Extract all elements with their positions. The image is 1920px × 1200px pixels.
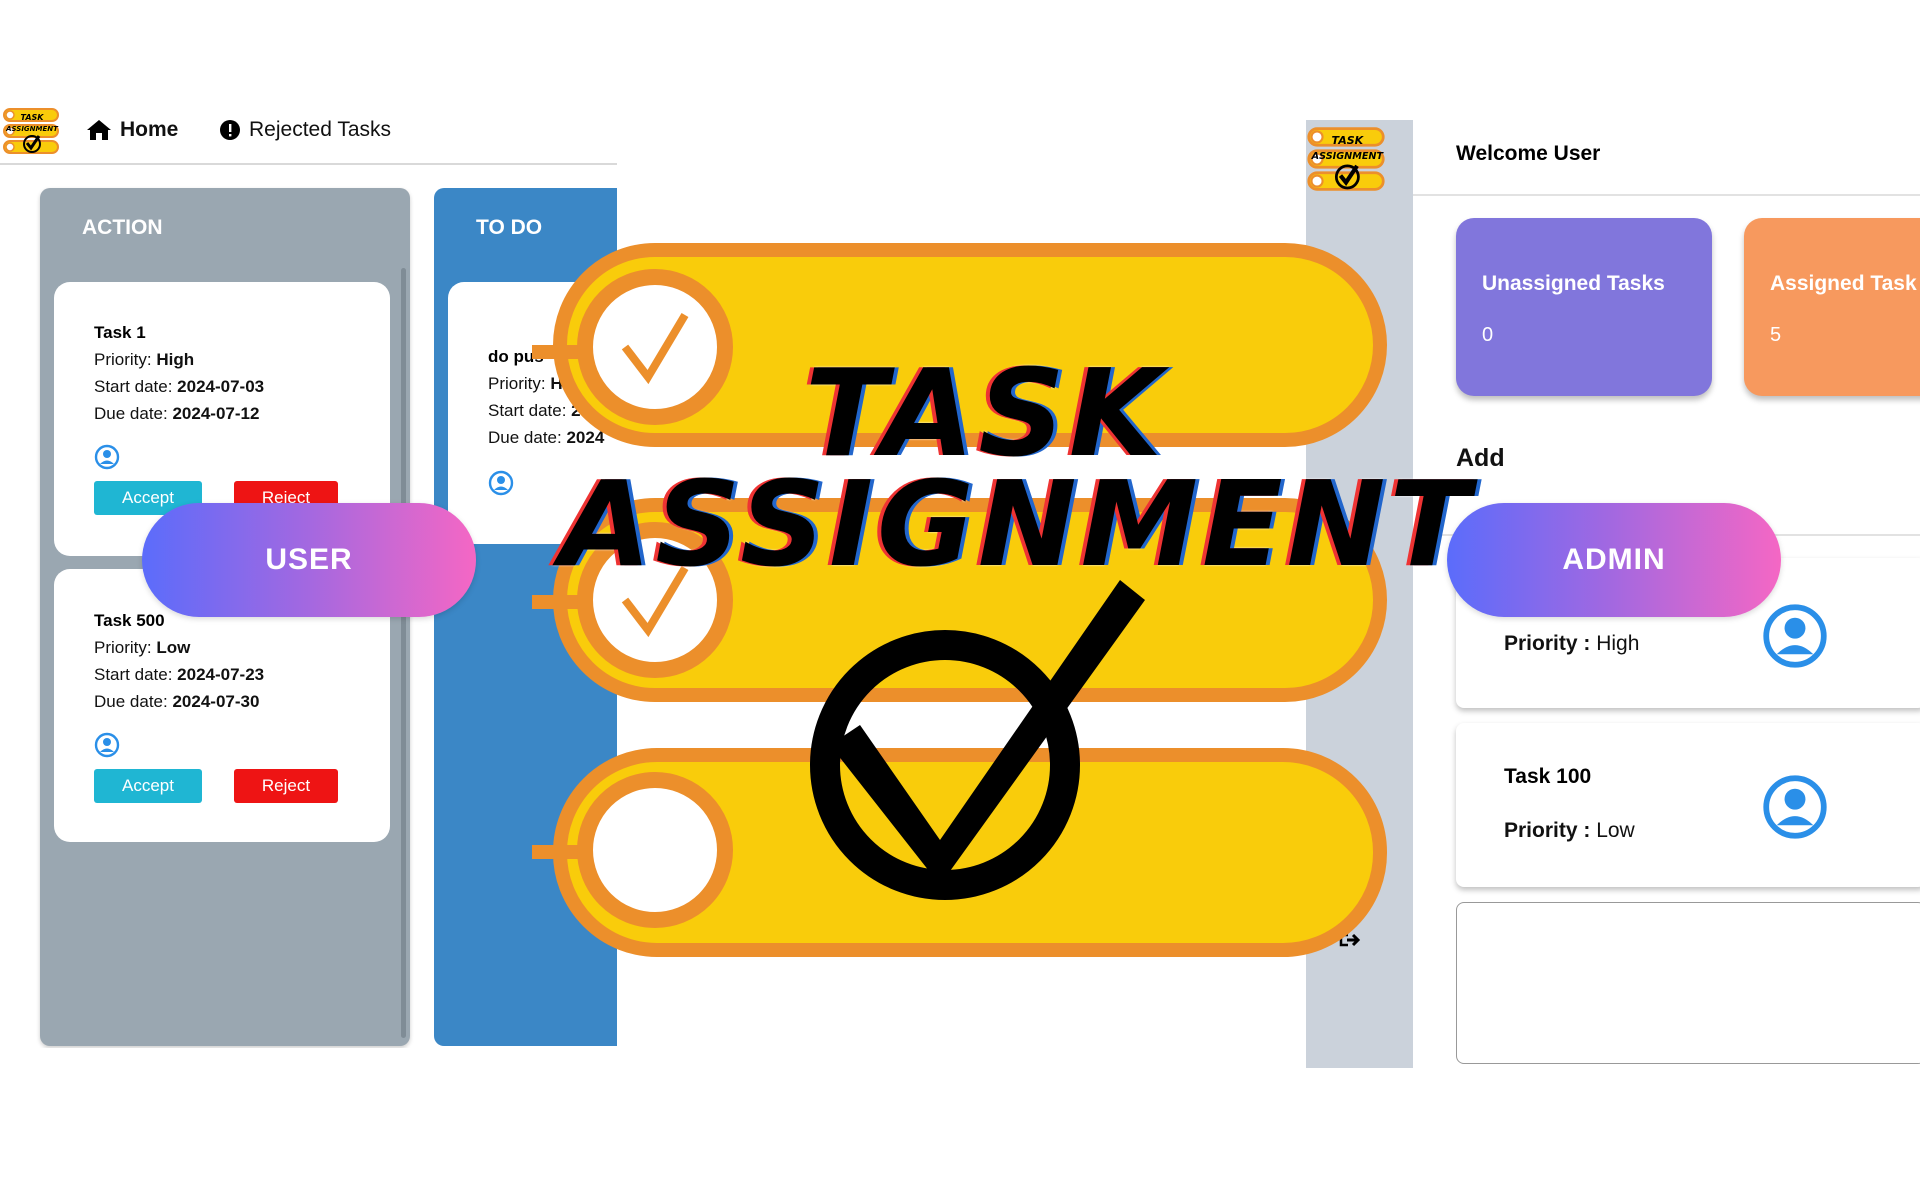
task-due-date: Due date: 2024-07-30 bbox=[94, 692, 260, 711]
admin-empty-card[interactable] bbox=[1456, 902, 1920, 1064]
user-avatar-icon[interactable] bbox=[1761, 602, 1829, 670]
task-assignment-logo[interactable]: TASK ASSIGNMENT bbox=[2, 106, 60, 156]
reject-button[interactable]: Reject bbox=[234, 769, 338, 803]
logo-title-line2: ASSIGNMENT bbox=[560, 455, 1474, 593]
accept-button[interactable]: Accept bbox=[94, 769, 202, 803]
task-priority: Priority: High bbox=[94, 350, 195, 369]
user-avatar-icon[interactable] bbox=[1761, 773, 1829, 841]
user-avatar-icon[interactable] bbox=[94, 732, 120, 758]
svg-text:TASK: TASK bbox=[21, 113, 45, 122]
task-start-date: Start date: 2024-07-03 bbox=[94, 377, 265, 396]
task-start-date: Start date: 2024-07-23 bbox=[94, 665, 265, 684]
stat-title: Assigned Task bbox=[1770, 272, 1917, 295]
task-title: Task 500 bbox=[94, 611, 165, 630]
user-navbar: TASK ASSIGNMENT Home Rejected Tasks bbox=[0, 98, 617, 165]
nav-home-label: Home bbox=[120, 118, 179, 141]
stat-count: 0 bbox=[1482, 324, 1494, 346]
task-priority: Priority : Low bbox=[1504, 819, 1635, 842]
stat-card-unassigned[interactable]: Unassigned Tasks 0 bbox=[1456, 218, 1712, 396]
task-priority: Priority: Low bbox=[94, 638, 191, 657]
stat-count: 5 bbox=[1770, 324, 1782, 346]
task-assignment-logo[interactable]: TASK ASSIGNMENT bbox=[1306, 124, 1386, 194]
user-avatar-icon[interactable] bbox=[488, 470, 514, 496]
nav-rejected-label: Rejected Tasks bbox=[249, 118, 392, 141]
stat-card-assigned[interactable]: Assigned Task 5 bbox=[1744, 218, 1920, 396]
user-avatar-icon[interactable] bbox=[94, 444, 120, 470]
alert-circle-icon bbox=[220, 120, 240, 140]
admin-pill-label: ADMIN bbox=[1447, 503, 1781, 617]
user-pill-label: USER bbox=[142, 503, 476, 617]
nav-rejected-tasks[interactable]: Rejected Tasks bbox=[219, 118, 391, 142]
svg-text:ASSIGNMENT: ASSIGNMENT bbox=[5, 125, 59, 133]
nav-home[interactable]: Home bbox=[86, 118, 178, 142]
stat-title: Unassigned Tasks bbox=[1482, 272, 1665, 295]
home-icon bbox=[87, 120, 111, 140]
svg-text:TASK: TASK bbox=[1332, 134, 1365, 147]
task-due-date: Due date: 2024-07-12 bbox=[94, 404, 260, 423]
task-assignment-big-logo: TASK ASSIGNMENT bbox=[520, 235, 1470, 970]
task-priority: Priority : High bbox=[1504, 632, 1640, 655]
action-column-title: ACTION bbox=[82, 216, 163, 239]
admin-task-card[interactable]: Task 100 Priority : Low bbox=[1456, 723, 1920, 887]
welcome-text: Welcome User bbox=[1456, 142, 1601, 165]
task-title: Task 100 bbox=[1504, 765, 1592, 788]
column-scrollbar[interactable] bbox=[401, 268, 406, 1038]
svg-text:ASSIGNMENT: ASSIGNMENT bbox=[1311, 151, 1385, 162]
task-title: Task 1 bbox=[94, 323, 146, 342]
action-column: ACTION Task 1 Priority: High Start date:… bbox=[40, 188, 410, 1046]
